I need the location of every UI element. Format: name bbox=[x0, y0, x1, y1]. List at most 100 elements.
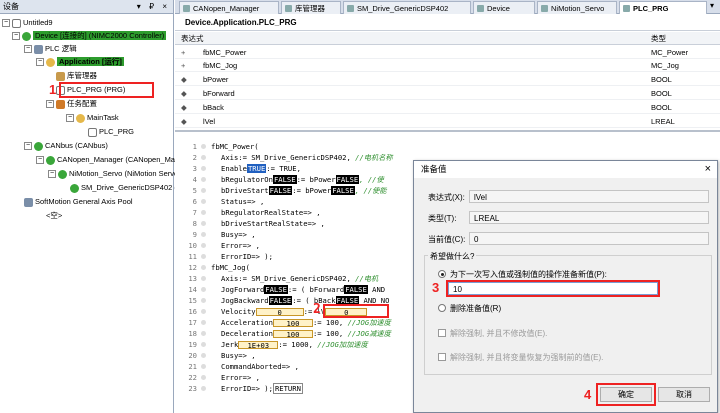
expand-icon[interactable]: + bbox=[181, 60, 185, 72]
table-row[interactable]: + fbMC_Power MC_Power bbox=[175, 47, 720, 59]
close-icon[interactable]: × bbox=[705, 161, 711, 178]
tab-icon bbox=[347, 5, 354, 12]
collapse-toggle-icon[interactable]: − bbox=[12, 32, 20, 41]
tree-item-device[interactable]: − Device [连接的] (NIMC2000 Controller) bbox=[12, 30, 167, 42]
highlight-box-3 bbox=[446, 280, 660, 297]
annotation-2: 2 bbox=[313, 302, 321, 317]
highlight-box-2 bbox=[323, 304, 389, 318]
collapse-toggle-icon[interactable]: − bbox=[24, 45, 32, 54]
device-panel: 设备 ▾ ₽ × − Untitled9 − Device [连接的] (NIMC2… bbox=[0, 0, 271, 413]
dialog-titlebar: 准备值 × bbox=[414, 161, 717, 178]
restore-value-label: 解除强制, 并且将变量恢复为强制前的值(E). bbox=[450, 353, 604, 362]
annotation-1: 1 bbox=[49, 82, 57, 97]
restore-value-checkbox[interactable] bbox=[438, 353, 446, 361]
inline-value-true: TRUE bbox=[246, 164, 267, 173]
expand-icon[interactable]: + bbox=[181, 47, 185, 59]
var-icon: ◆ bbox=[181, 117, 187, 126]
tab-canopen-manager[interactable]: CANopen_Manager bbox=[179, 1, 279, 14]
current-value-field: 0 bbox=[469, 232, 709, 245]
device-panel-title: 设备 bbox=[3, 2, 19, 11]
col-header-type: 类型 bbox=[651, 34, 666, 43]
tab-device[interactable]: Device bbox=[473, 1, 535, 14]
device-panel-header: 设备 ▾ ₽ × bbox=[0, 0, 173, 14]
status-ok-icon bbox=[58, 169, 67, 179]
table-row[interactable]: ◆ lVel LREAL bbox=[175, 116, 720, 128]
program-icon bbox=[88, 127, 97, 137]
collapse-toggle-icon[interactable]: − bbox=[46, 100, 54, 109]
status-ok-icon bbox=[46, 155, 55, 165]
current-value-label: 当前值(C): bbox=[428, 235, 466, 244]
tree-item-empty[interactable]: <空> bbox=[46, 210, 62, 222]
status-ok-icon bbox=[34, 141, 43, 151]
code-line: 1 fbMC_Power( bbox=[192, 142, 259, 151]
tree-item-canopen-manager[interactable]: − CANopen_Manager (CANopen_Manager) bbox=[36, 154, 197, 166]
task-config-icon bbox=[56, 99, 65, 109]
prepare-new-value-radio[interactable] bbox=[438, 270, 446, 278]
delete-prepared-value-label: 删除准备值(R) bbox=[450, 304, 502, 313]
tab-icon bbox=[285, 5, 292, 12]
highlight-box-1 bbox=[59, 82, 154, 98]
editor-tab-bar: CANopen_Manager 库管理器 SM_Drive_GenericDSP… bbox=[175, 0, 720, 14]
tab-dropdown-icon[interactable]: ▾ bbox=[710, 1, 714, 10]
tab-icon bbox=[477, 5, 484, 12]
prepare-value-dialog: 准备值 × 表达式(X): lVel 类型(T): LREAL 当前值(C): … bbox=[413, 160, 718, 413]
panel-controls[interactable]: ▾ ₽ × bbox=[137, 0, 170, 14]
release-force-label: 解除强制, 并且不修改值(E). bbox=[450, 329, 548, 338]
tree-item-nimotion-servo[interactable]: − NiMotion_Servo (NiMotion Servo) bbox=[48, 168, 181, 180]
task-gear-icon bbox=[76, 113, 85, 123]
tree-item-application[interactable]: − Application [运行] bbox=[36, 56, 124, 68]
return-marker: RETURN bbox=[272, 383, 303, 394]
project-icon bbox=[12, 18, 21, 28]
var-icon: ◆ bbox=[181, 89, 187, 98]
annotation-4: 4 bbox=[584, 387, 592, 402]
object-path: Device.Application.PLC_PRG bbox=[175, 15, 720, 31]
tab-nimotion-servo[interactable]: NiMotion_Servo bbox=[537, 1, 617, 14]
release-force-checkbox[interactable] bbox=[438, 329, 446, 337]
collapse-toggle-icon[interactable]: − bbox=[48, 170, 56, 179]
tab-icon bbox=[623, 5, 630, 12]
dialog-title: 准备值 bbox=[421, 164, 447, 174]
tree-item-canbus[interactable]: − CANbus (CANbus) bbox=[24, 140, 108, 152]
library-icon bbox=[56, 71, 65, 81]
action-group-title: 希望做什么? bbox=[428, 251, 477, 262]
col-header-expression: 表达式 bbox=[181, 34, 204, 43]
table-row[interactable]: ◆ bForward BOOL bbox=[175, 88, 720, 100]
tree-item-plc-logic[interactable]: − PLC 逻辑 bbox=[24, 43, 77, 55]
type-field: LREAL bbox=[469, 211, 709, 224]
collapse-toggle-icon[interactable]: − bbox=[24, 142, 32, 151]
table-row[interactable]: + fbMC_Jog MC_Jog bbox=[175, 60, 720, 72]
axis-pool-icon bbox=[24, 197, 33, 207]
status-ok-icon bbox=[22, 31, 31, 41]
watch-table-header: 表达式 类型 bbox=[175, 32, 720, 45]
tab-icon bbox=[541, 5, 548, 12]
collapse-toggle-icon[interactable]: − bbox=[66, 114, 74, 123]
application-gear-icon bbox=[46, 57, 55, 67]
collapse-toggle-icon[interactable]: − bbox=[2, 19, 10, 28]
tab-library-manager[interactable]: 库管理器 bbox=[281, 1, 341, 14]
tree-item-softmotion-pool[interactable]: SoftMotion General Axis Pool bbox=[24, 196, 133, 208]
type-label: 类型(T): bbox=[428, 214, 457, 223]
collapse-toggle-icon[interactable]: − bbox=[36, 156, 44, 165]
table-row[interactable]: ◆ bBack BOOL bbox=[175, 102, 720, 114]
tab-icon bbox=[183, 5, 190, 12]
prepare-new-value-label: 为下一次写入值或强制值的操作准备新值(P): bbox=[450, 270, 607, 279]
plc-logic-icon bbox=[34, 44, 43, 54]
cancel-button[interactable]: 取消 bbox=[658, 387, 710, 402]
table-row[interactable]: ◆ bPower BOOL bbox=[175, 74, 720, 86]
highlight-box-4 bbox=[596, 383, 656, 406]
tree-item-plc-prg-task[interactable]: PLC_PRG bbox=[88, 126, 134, 138]
axis-icon bbox=[70, 183, 79, 193]
tab-sm-drive[interactable]: SM_Drive_GenericDSP402 bbox=[343, 1, 471, 14]
tree-item-task-config[interactable]: − 任务配置 bbox=[46, 98, 97, 110]
tab-plc-prg[interactable]: PLC_PRG bbox=[619, 1, 707, 14]
var-icon: ◆ bbox=[181, 75, 187, 84]
annotation-3: 3 bbox=[432, 280, 440, 295]
expression-label: 表达式(X): bbox=[428, 193, 465, 202]
collapse-toggle-icon[interactable]: − bbox=[36, 58, 44, 67]
delete-prepared-value-radio[interactable] bbox=[438, 304, 446, 312]
inline-value-velocity: 0 bbox=[255, 308, 304, 316]
tree-item-main-task[interactable]: − MainTask bbox=[66, 112, 119, 124]
tree-item-library-manager[interactable]: 库管理器 bbox=[56, 70, 97, 82]
tree-item-untitled9[interactable]: − Untitled9 bbox=[2, 17, 53, 29]
expression-field: lVel bbox=[469, 190, 709, 203]
